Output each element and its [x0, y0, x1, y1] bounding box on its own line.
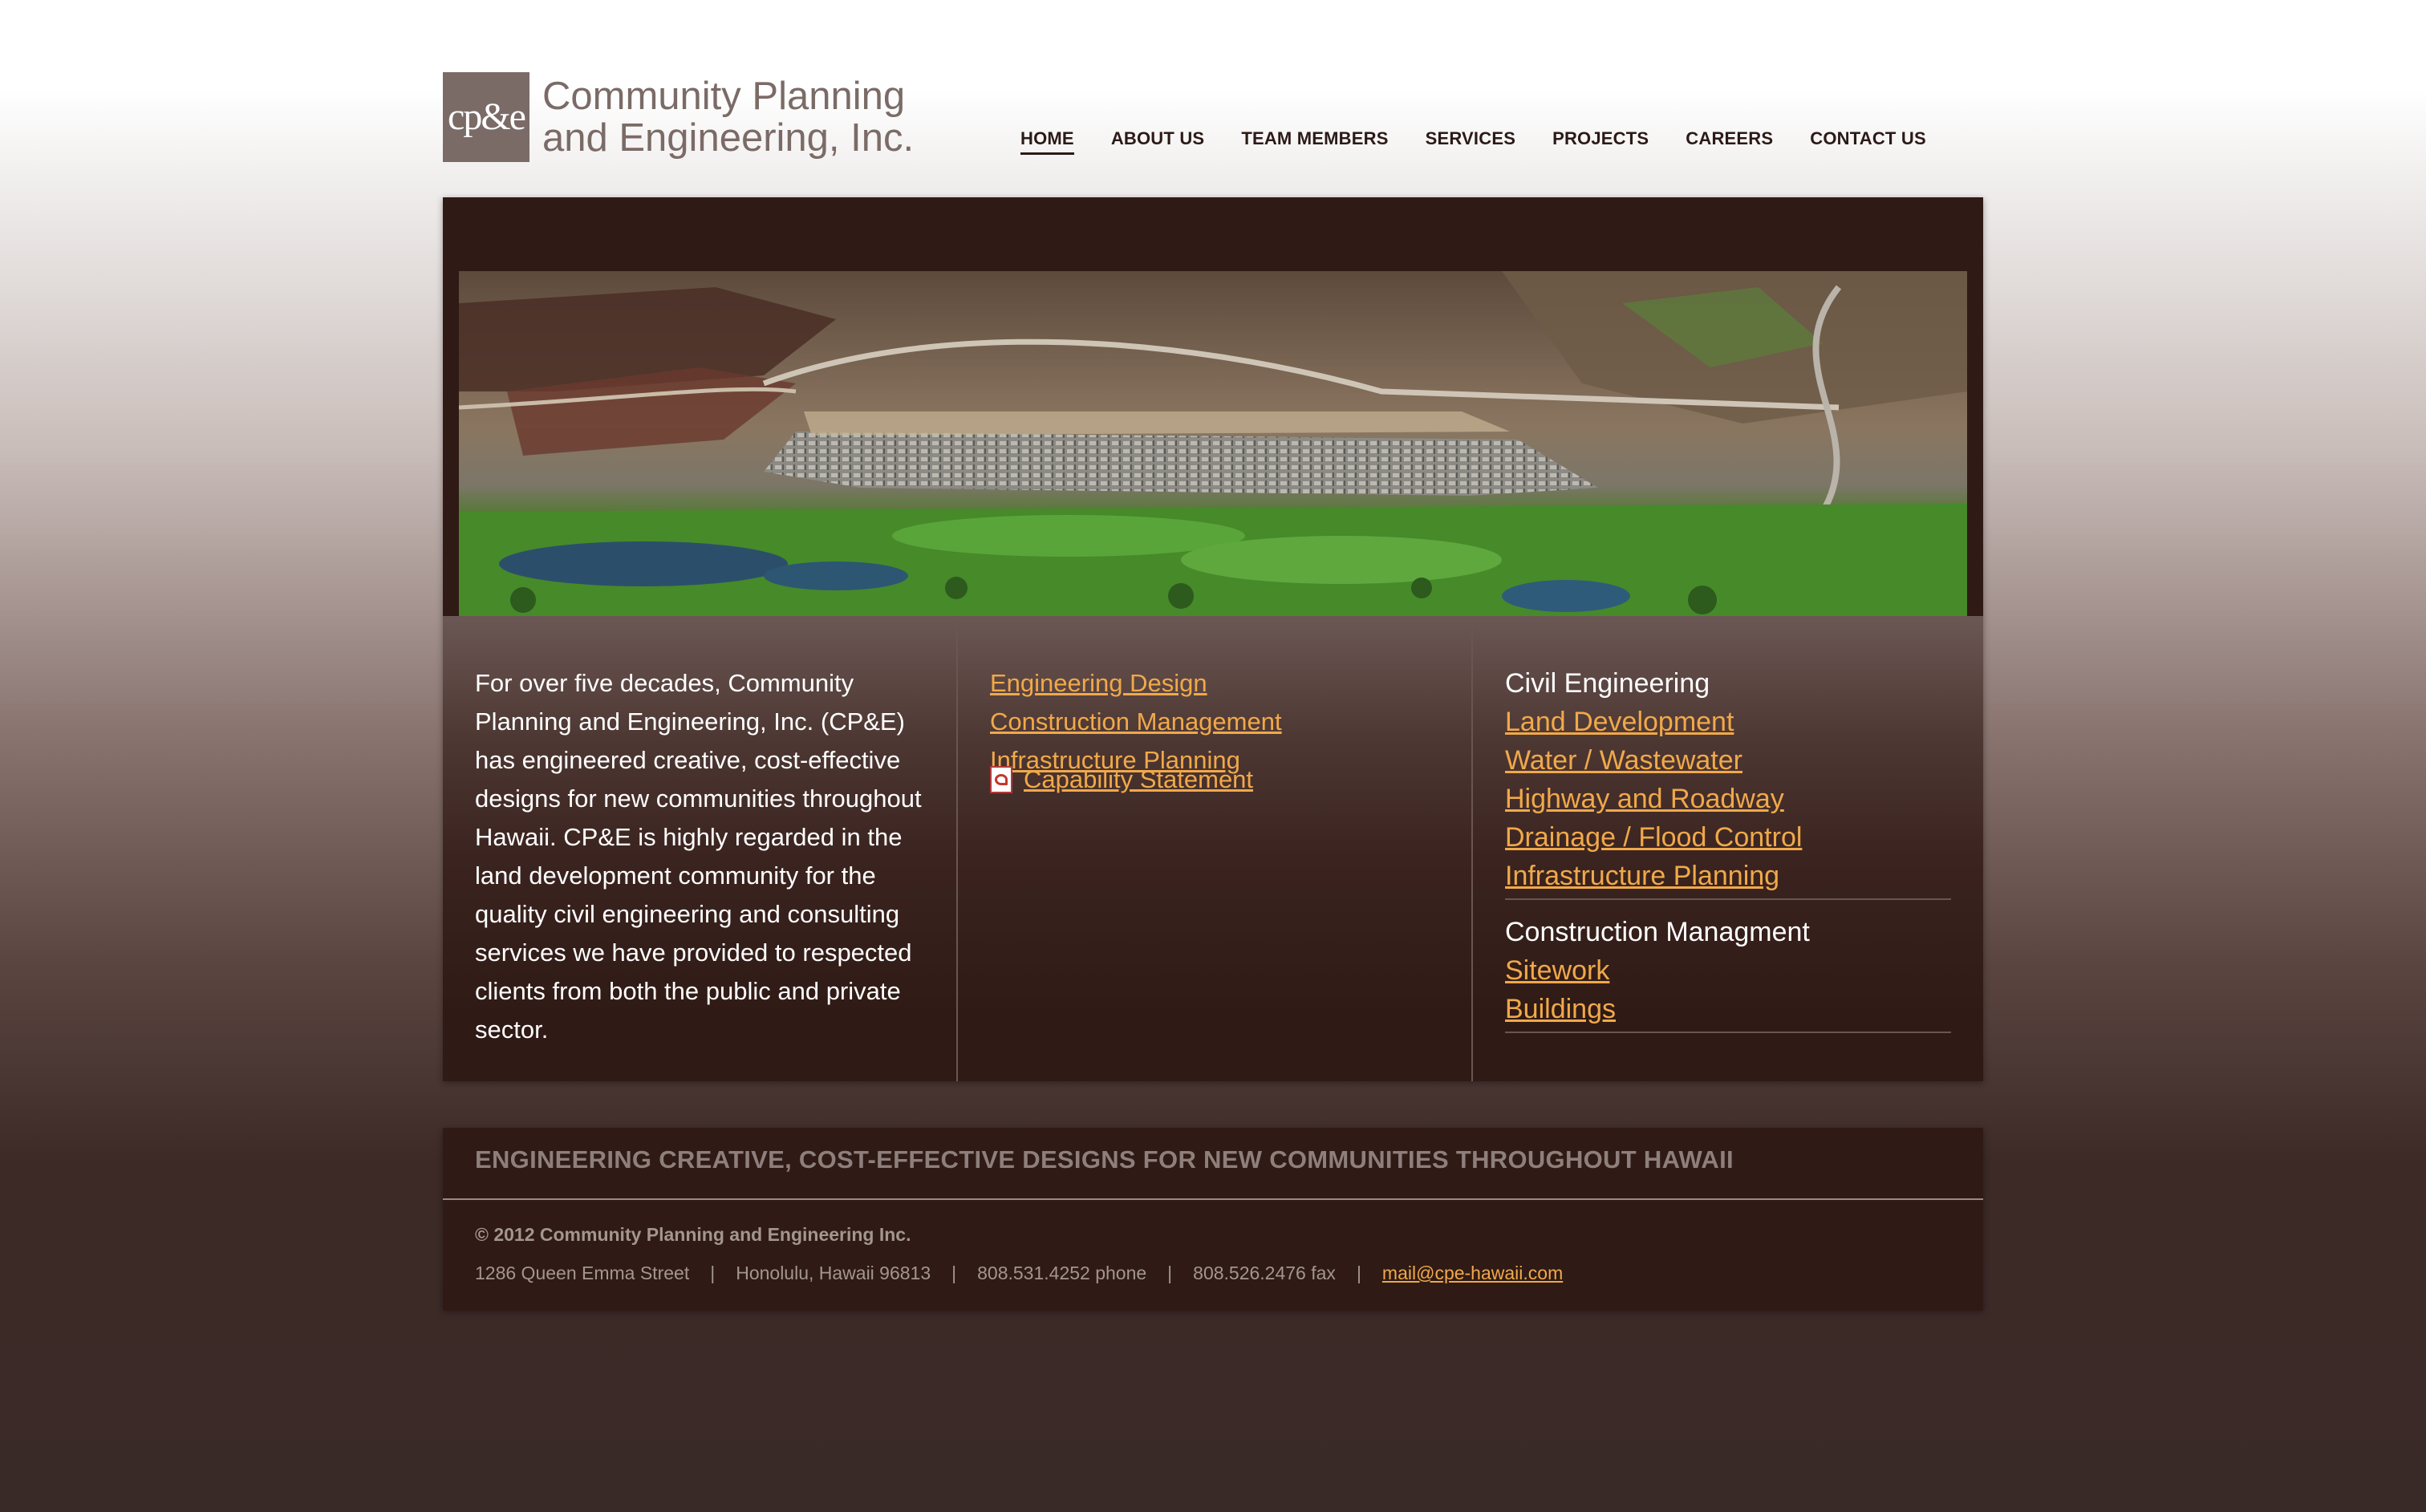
nav-about-us[interactable]: ABOUT US [1111, 128, 1205, 155]
email-link[interactable]: mail@cpe-hawaii.com [1382, 1263, 1563, 1284]
logo-wordmark: Community Planning and Engineering, Inc. [542, 75, 914, 159]
separator: | [710, 1263, 716, 1283]
intro-column: For over five decades, Community Plannin… [443, 616, 958, 1081]
link-engineering-design[interactable]: Engineering Design [990, 664, 1282, 703]
category-construction-management: Construction Managment Sitework Building… [1505, 913, 1951, 1033]
category-civil-engineering: Civil Engineering Land Development Water… [1505, 664, 1951, 900]
logo-mark: cp&e [443, 72, 529, 162]
footer-divider [443, 1198, 1983, 1200]
link-buildings[interactable]: Buildings [1505, 990, 1951, 1028]
link-highway-roadway[interactable]: Highway and Roadway [1505, 780, 1951, 818]
nav-home[interactable]: HOME [1020, 128, 1074, 155]
nav-projects[interactable]: PROJECTS [1552, 128, 1649, 155]
nav-team-members[interactable]: TEAM MEMBERS [1241, 128, 1388, 155]
category-title: Construction Managment [1505, 917, 1810, 947]
city: Honolulu, Hawaii 96813 [736, 1263, 931, 1283]
hero-aerial-image [459, 271, 1967, 616]
link-construction-management[interactable]: Construction Management [990, 703, 1282, 741]
main-panel: For over five decades, Community Plannin… [443, 197, 1983, 1081]
nav-careers[interactable]: CAREERS [1686, 128, 1773, 155]
phone: 808.531.4252 phone [977, 1263, 1147, 1283]
copyright-text: © 2012 Community Planning and Engineerin… [475, 1224, 911, 1245]
pdf-icon [990, 766, 1012, 793]
link-water-wastewater[interactable]: Water / Wastewater [1505, 741, 1951, 780]
link-drainage-flood-control[interactable]: Drainage / Flood Control [1505, 818, 1951, 857]
capability-statement[interactable]: Capability Statement [990, 760, 1253, 799]
site-footer: ENGINEERING CREATIVE, COST-EFFECTIVE DES… [443, 1128, 1983, 1311]
footer-tagline: ENGINEERING CREATIVE, COST-EFFECTIVE DES… [475, 1145, 1734, 1174]
categories-column: Civil Engineering Land Development Water… [1473, 616, 1983, 1081]
separator: | [951, 1263, 957, 1283]
link-sitework[interactable]: Sitework [1505, 951, 1951, 990]
category-title: Civil Engineering [1505, 668, 1710, 699]
address: 1286 Queen Emma Street [475, 1263, 690, 1283]
link-land-development[interactable]: Land Development [1505, 703, 1951, 741]
fax: 808.526.2476 fax [1193, 1263, 1336, 1283]
contact-info: 1286 Queen Emma Street | Honolulu, Hawai… [475, 1263, 1563, 1284]
intro-text: For over five decades, Community Plannin… [475, 669, 922, 1044]
separator: | [1167, 1263, 1173, 1283]
link-infrastructure-planning-civil[interactable]: Infrastructure Planning [1505, 857, 1951, 895]
logo-line-1: Community Planning [542, 75, 906, 118]
content-columns: For over five decades, Community Plannin… [443, 616, 1983, 1081]
link-capability-statement[interactable]: Capability Statement [1024, 760, 1253, 799]
nav-contact-us[interactable]: CONTACT US [1810, 128, 1926, 155]
logo-line-2: and Engineering, Inc. [542, 116, 915, 160]
services-column: Engineering Design Construction Manageme… [958, 616, 1473, 1081]
nav-services[interactable]: SERVICES [1426, 128, 1515, 155]
separator: | [1356, 1263, 1361, 1283]
main-nav: HOME ABOUT US TEAM MEMBERS SERVICES PROJ… [1020, 128, 1963, 155]
company-logo[interactable]: cp&e Community Planning and Engineering,… [443, 72, 924, 162]
